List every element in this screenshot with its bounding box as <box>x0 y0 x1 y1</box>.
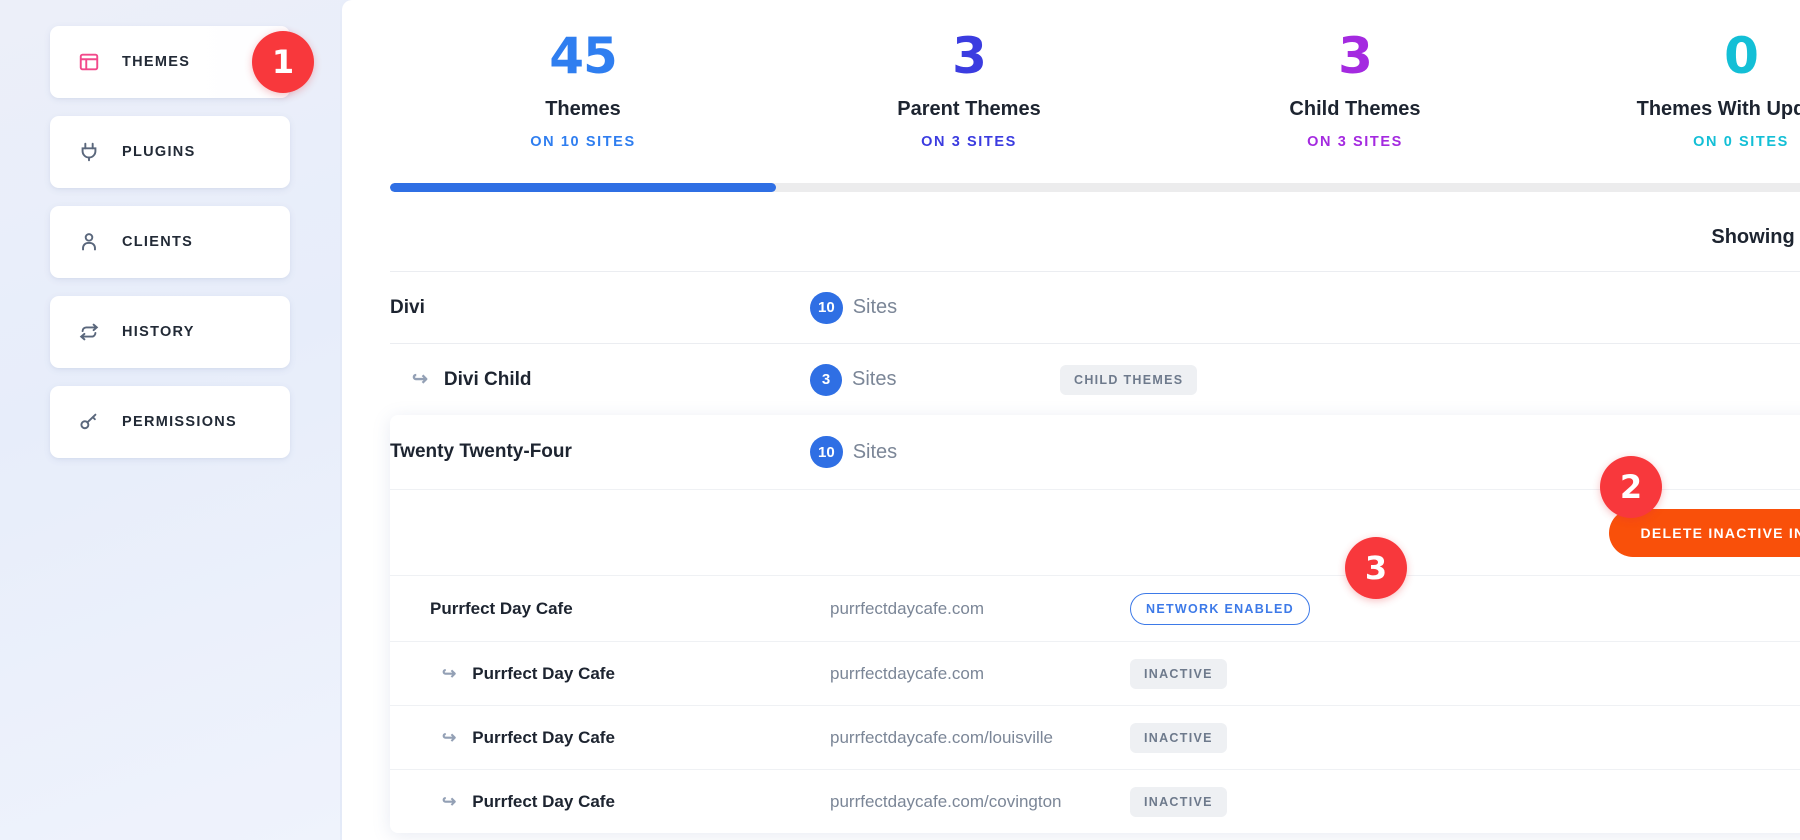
site-url: purrfectdaycafe.com/covington <box>830 792 1130 812</box>
table-row[interactable]: ↪ Purrfect Day Cafe purrfectdaycafe.com/… <box>390 705 1800 769</box>
site-status-cell: INACTIVE <box>1130 723 1390 753</box>
stat-label: Themes <box>390 98 776 121</box>
site-url: purrfectdaycafe.com/louisville <box>830 728 1130 748</box>
sidebar-item-clients[interactable]: CLIENTS <box>50 206 290 278</box>
stat-sites: ON 3 SITES <box>776 134 1162 150</box>
sidebar-item-label: HISTORY <box>122 324 195 340</box>
sites-word: Sites <box>852 368 896 391</box>
sidebar-item-label: PERMISSIONS <box>122 414 237 430</box>
step-badge-2: 2 <box>1600 456 1662 518</box>
status-badge: NETWORK ENABLED <box>1130 593 1310 625</box>
sidebar-item-plugins[interactable]: PLUGINS <box>50 116 290 188</box>
plug-icon <box>76 139 102 165</box>
stat-number: 3 <box>1162 30 1548 82</box>
table-row[interactable]: Purrfect Day Cafe purrfectdaycafe.com NE… <box>390 575 1800 641</box>
site-name: Purrfect Day Cafe <box>472 728 615 748</box>
sidebar-item-label: THEMES <box>122 54 190 70</box>
site-status-cell: INACTIVE <box>1130 659 1390 689</box>
progress-bar-track <box>390 183 1800 192</box>
stat-number: 45 <box>390 30 776 82</box>
step-badge-3: 3 <box>1345 537 1407 599</box>
status-badge: INACTIVE <box>1130 659 1227 689</box>
content-panel: 45 Themes ON 10 SITES 3 Parent Themes ON… <box>342 0 1800 840</box>
person-icon <box>76 229 102 255</box>
showing-count-label: Showing All 45 Themes <box>390 226 1800 271</box>
status-badge: INACTIVE <box>1130 723 1227 753</box>
stat-themes: 45 Themes ON 10 SITES <box>390 30 776 150</box>
theme-badge-cell: CHILD THEMES <box>1060 365 1360 395</box>
sidebar-item-label: CLIENTS <box>122 234 193 250</box>
stat-sites: ON 10 SITES <box>390 134 776 150</box>
table-row[interactable]: ↪ Divi Child 3 Sites CHILD THEMES <box>390 343 1800 415</box>
theme-name-cell: Divi <box>390 297 810 319</box>
theme-name-cell: ↪ Divi Child <box>390 368 810 391</box>
theme-sites-cell: 10 Sites <box>810 292 1060 324</box>
themes-icon <box>76 49 102 75</box>
key-icon <box>76 409 102 435</box>
stat-number: 3 <box>776 30 1162 82</box>
table-row[interactable]: ↪ Purrfect Day Cafe purrfectdaycafe.com/… <box>390 769 1800 833</box>
stat-sites: ON 0 SITES <box>1548 134 1800 150</box>
site-count-badge: 3 <box>810 364 842 396</box>
site-name: Purrfect Day Cafe <box>472 792 615 812</box>
sidebar-item-label: PLUGINS <box>122 144 196 160</box>
sidebar: THEMES PLUGINS <box>0 0 340 840</box>
site-version: 1.2 <box>1390 598 1800 619</box>
site-name-cell: ↪ Purrfect Day Cafe <box>430 664 830 684</box>
site-name: Purrfect Day Cafe <box>472 664 615 684</box>
child-arrow-icon: ↪ <box>442 664 456 684</box>
progress-bar-fill <box>390 183 776 192</box>
theme-sites-cell: 3 Sites <box>810 364 1060 396</box>
theme-name: Twenty Twenty-Four <box>390 441 572 463</box>
site-name-cell: ↪ Purrfect Day Cafe <box>430 728 830 748</box>
theme-list: Divi 10 Sites ↪ Divi Child <box>390 271 1800 415</box>
theme-name: Divi <box>390 297 425 319</box>
sidebar-item-history[interactable]: HISTORY <box>50 296 290 368</box>
stat-label: Themes With Updates <box>1548 98 1800 121</box>
stat-label: Parent Themes <box>776 98 1162 121</box>
sites-word: Sites <box>853 296 897 319</box>
stats-row: 45 Themes ON 10 SITES 3 Parent Themes ON… <box>342 0 1800 150</box>
child-arrow-icon: ↪ <box>412 368 428 391</box>
site-status-cell: INACTIVE <box>1130 787 1390 817</box>
table-row[interactable]: Divi 10 Sites <box>390 271 1800 343</box>
site-count-badge: 10 <box>810 292 843 324</box>
main-content: 45 Themes ON 10 SITES 3 Parent Themes ON… <box>340 0 1800 840</box>
stat-child-themes: 3 Child Themes ON 3 SITES <box>1162 30 1548 150</box>
site-status-cell: NETWORK ENABLED <box>1130 593 1390 625</box>
theme-name-cell: Twenty Twenty-Four <box>390 441 810 463</box>
theme-sites-cell: 10 Sites <box>810 436 1060 468</box>
stat-parent-themes: 3 Parent Themes ON 3 SITES <box>776 30 1162 150</box>
stat-number: 0 <box>1548 30 1800 82</box>
site-name: Purrfect Day Cafe <box>430 599 573 619</box>
sidebar-item-permissions[interactable]: PERMISSIONS <box>50 386 290 458</box>
theme-name: Divi Child <box>444 369 532 391</box>
expanded-theme-card: Twenty Twenty-Four 10 Sites DELETE INACT… <box>390 415 1800 833</box>
site-count-badge: 10 <box>810 436 843 468</box>
stat-themes-with-updates: 0 Themes With Updates ON 0 SITES <box>1548 30 1800 150</box>
site-url: purrfectdaycafe.com <box>830 664 1130 684</box>
child-arrow-icon: ↪ <box>442 792 456 812</box>
step-badge-1: 1 <box>252 31 314 93</box>
app-root: THEMES PLUGINS <box>0 0 1800 840</box>
site-name-cell: Purrfect Day Cafe <box>430 599 830 619</box>
expanded-action-bar: DELETE INACTIVE INSTANCES <box>390 489 1800 575</box>
child-arrow-icon: ↪ <box>442 728 456 748</box>
site-name-cell: ↪ Purrfect Day Cafe <box>430 792 830 812</box>
stat-label: Child Themes <box>1162 98 1548 121</box>
sites-word: Sites <box>853 441 897 464</box>
status-badge: INACTIVE <box>1130 787 1227 817</box>
table-row[interactable]: Twenty Twenty-Four 10 Sites <box>390 415 1800 489</box>
site-url: purrfectdaycafe.com <box>830 599 1130 619</box>
status-badge: CHILD THEMES <box>1060 365 1197 395</box>
sync-icon <box>76 319 102 345</box>
stat-sites: ON 3 SITES <box>1162 134 1548 150</box>
table-row[interactable]: ↪ Purrfect Day Cafe purrfectdaycafe.com … <box>390 641 1800 705</box>
